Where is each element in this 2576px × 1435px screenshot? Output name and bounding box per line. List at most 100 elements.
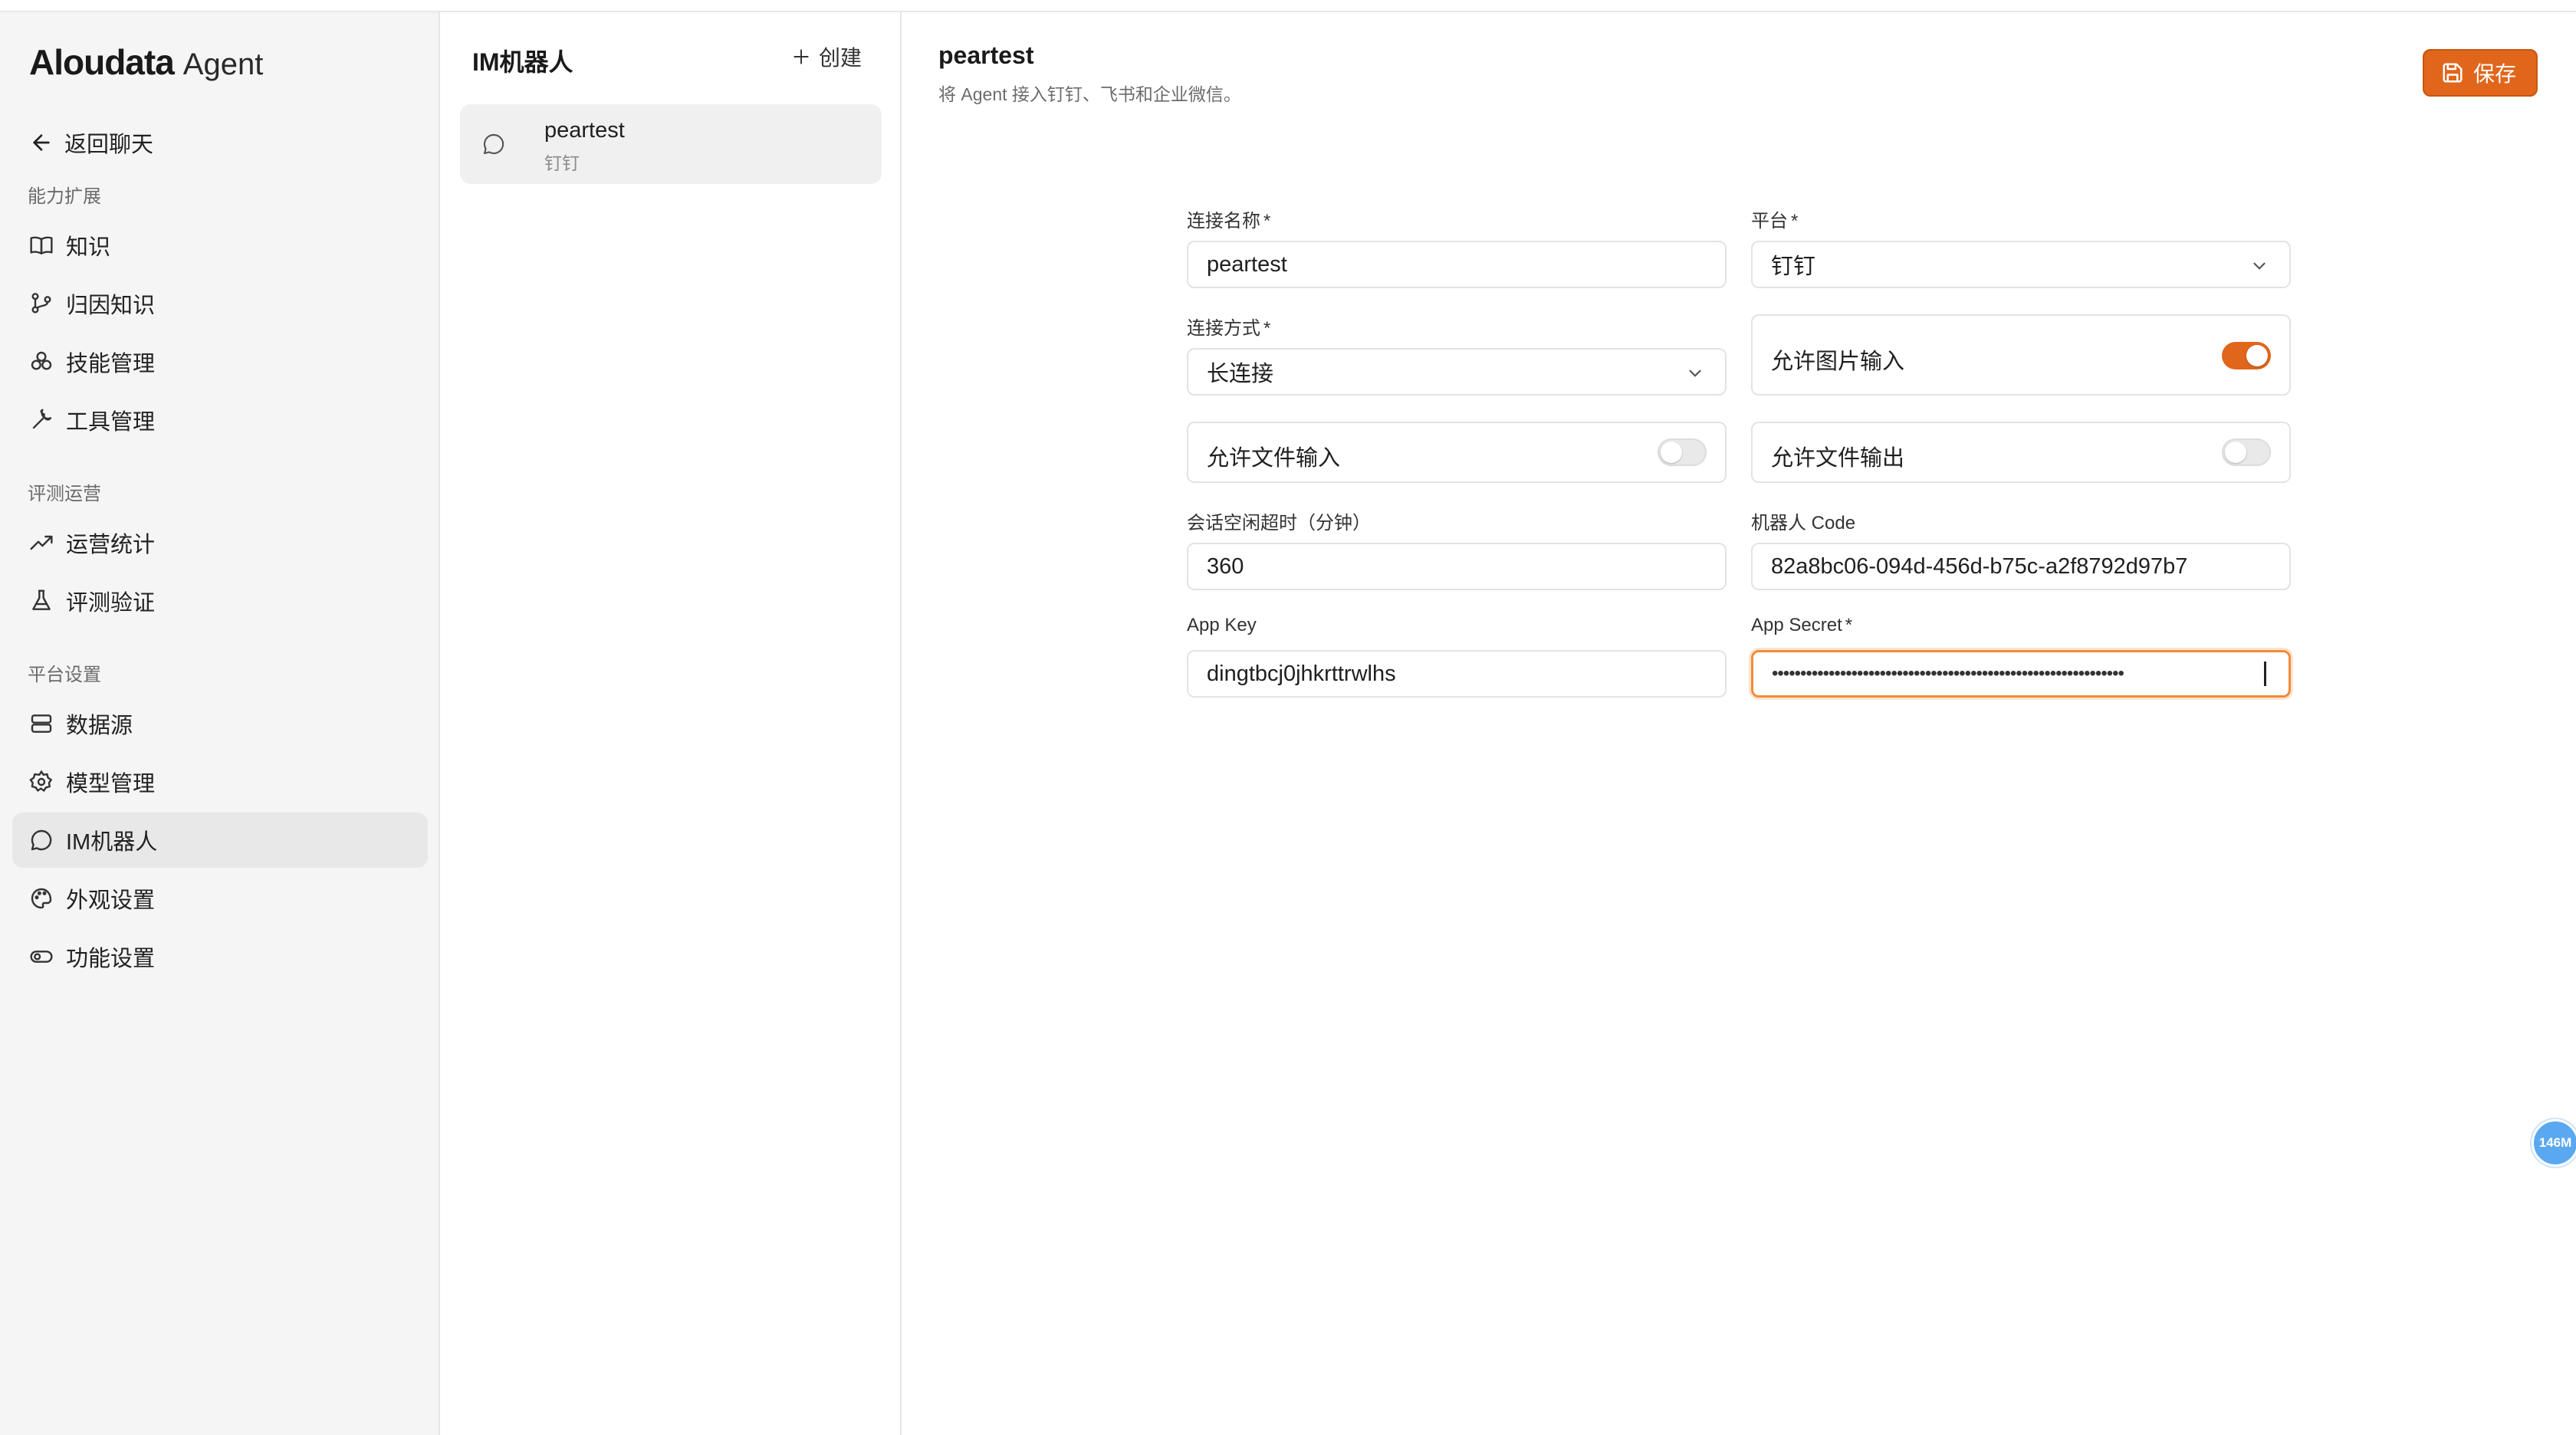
sidebar-item-knowledge[interactable]: 知识	[12, 218, 428, 273]
sidebar-item-models[interactable]: 模型管理	[12, 754, 428, 809]
palette-icon	[31, 888, 52, 909]
toggle-knob	[2246, 345, 2268, 366]
app-logo: Aloudata Agent	[29, 41, 263, 83]
sidebar-item-evaluation[interactable]: 评测验证	[12, 573, 428, 629]
text-caret	[2264, 662, 2266, 686]
robot-code-label: 机器人 Code	[1751, 513, 1856, 534]
allow-file-input-toggle[interactable]	[1658, 438, 1707, 466]
app-key-label: App Key	[1187, 615, 1257, 635]
allow-file-output-toggle[interactable]	[2222, 438, 2271, 466]
connection-mode-select[interactable]: 长连接	[1187, 348, 1727, 396]
trending-up-icon	[30, 535, 53, 550]
bot-list-panel: IM机器人 创建 peartest 钉钉	[440, 12, 902, 1435]
wrench-icon	[32, 409, 52, 429]
sidebar-item-datasource[interactable]: 数据源	[12, 696, 428, 751]
flask-icon	[32, 589, 51, 610]
sidebar-item-label: 评测验证	[66, 591, 156, 616]
sidebar-item-im-bot[interactable]: IM机器人	[12, 813, 428, 868]
toggle-icon	[30, 951, 53, 963]
allow-file-input-label: 允许文件输入	[1207, 446, 1341, 471]
bot-platform: 钉钉	[544, 153, 580, 173]
robot-code-value: 82a8bc06-094d-456d-b75c-a2f8792d97b7	[1771, 553, 2188, 579]
session-timeout-input[interactable]: 360	[1187, 543, 1727, 590]
platform-value: 钉钉	[1771, 254, 1816, 279]
plus-icon	[794, 49, 809, 64]
bot-list-title: IM机器人	[472, 48, 573, 76]
robot-code-input[interactable]: 82a8bc06-094d-456d-b75c-a2f8792d97b7	[1751, 543, 2291, 590]
bot-detail: peartest 将 Agent 接入钉钉、飞书和企业微信。 保存 连接名称 * …	[902, 12, 2576, 1435]
sidebar-item-label: 功能设置	[66, 947, 156, 971]
skills-icon	[31, 351, 52, 370]
back-label: 返回聊天	[64, 133, 154, 157]
allow-file-output-label: 允许文件输出	[1771, 446, 1905, 471]
book-icon	[30, 236, 53, 254]
sidebar-item-label: 外观设置	[66, 888, 156, 913]
section-title-evaluation: 评测运营	[28, 484, 101, 504]
required-mark: *	[1263, 211, 1271, 232]
git-branch-icon	[31, 293, 51, 314]
logo-brand: Aloudata	[29, 42, 175, 82]
top-border	[0, 0, 2576, 12]
connection-mode-value: 长连接	[1207, 362, 1274, 386]
bot-list-item[interactable]: peartest 钉钉	[460, 104, 882, 184]
sidebar-item-attribution-knowledge[interactable]: 归因知识	[12, 276, 428, 331]
page-title: peartest	[938, 41, 1034, 69]
logo-sub: Agent	[182, 48, 264, 81]
back-to-chat-button[interactable]: 返回聊天	[29, 112, 153, 173]
timeout-label: 会话空闲超时（分钟）	[1187, 513, 1371, 534]
allow-file-input-card: 允许文件输入	[1187, 422, 1727, 483]
mode-label: 连接方式 *	[1187, 318, 1271, 339]
sidebar-item-label: 模型管理	[66, 772, 156, 796]
sidebar-item-appearance[interactable]: 外观设置	[12, 871, 428, 926]
connection-name-value: peartest	[1207, 251, 1287, 277]
sidebar-item-label: 数据源	[66, 714, 133, 738]
create-label: 创建	[818, 46, 862, 70]
required-mark: *	[1791, 211, 1799, 232]
allow-image-input-toggle[interactable]	[2222, 342, 2271, 369]
toggle-knob	[1661, 442, 1682, 463]
memory-usage-badge[interactable]: 146M	[2532, 1119, 2576, 1167]
sidebar-item-label: 技能管理	[66, 352, 156, 376]
sidebar-item-stats[interactable]: 运营统计	[12, 515, 428, 570]
gear-icon	[29, 770, 53, 792]
page-description: 将 Agent 接入钉钉、飞书和企业微信。	[938, 84, 1241, 104]
sidebar-item-label: IM机器人	[66, 830, 158, 855]
allow-image-input-card: 允许图片输入	[1751, 314, 2291, 396]
app-secret-label: App Secret *	[1751, 615, 1853, 635]
platform-select[interactable]: 钉钉	[1751, 241, 2291, 288]
sidebar-item-label: 运营统计	[66, 533, 156, 557]
connection-name-input[interactable]: peartest	[1187, 241, 1727, 288]
create-bot-button[interactable]: 创建	[791, 41, 862, 72]
sidebar-item-label: 归因知识	[66, 294, 156, 318]
platform-label: 平台 *	[1751, 211, 1799, 232]
arrow-left-icon	[33, 134, 50, 151]
app-key-value: dingtbcj0jhkrttrwlhs	[1207, 661, 1396, 686]
save-label: 保存	[2472, 62, 2516, 86]
app-secret-masked-value: ••••••••••••••••••••••••••••••••••••••••…	[1772, 663, 2124, 684]
section-title-platform: 平台设置	[28, 665, 101, 685]
save-icon	[2443, 63, 2463, 83]
sidebar-item-label: 知识	[66, 235, 111, 260]
session-timeout-value: 360	[1207, 553, 1244, 579]
sidebar-item-features[interactable]: 功能设置	[12, 929, 428, 984]
chat-icon	[483, 133, 504, 155]
app-key-input[interactable]: dingtbcj0jhkrttrwlhs	[1187, 650, 1727, 698]
app-secret-input[interactable]: ••••••••••••••••••••••••••••••••••••••••…	[1751, 650, 2291, 698]
toggle-knob	[2225, 442, 2246, 463]
allow-image-input-label: 允许图片输入	[1771, 350, 1905, 374]
allow-file-output-card: 允许文件输出	[1751, 422, 2291, 483]
name-label: 连接名称 *	[1187, 211, 1271, 232]
sidebar: Aloudata Agent 返回聊天 能力扩展 知识 归因知识 技能管理 工具…	[0, 12, 440, 1435]
bot-name: peartest	[544, 118, 625, 143]
sidebar-item-label: 工具管理	[66, 410, 156, 435]
sidebar-item-skills[interactable]: 技能管理	[12, 334, 428, 389]
required-mark: *	[1845, 615, 1853, 635]
save-button[interactable]: 保存	[2422, 49, 2538, 97]
chevron-down-icon	[1689, 369, 1701, 377]
chat-icon	[31, 829, 52, 851]
database-icon	[31, 714, 52, 733]
section-title-capability: 能力扩展	[28, 186, 101, 207]
chevron-down-icon	[2253, 262, 2266, 270]
required-mark: *	[1263, 318, 1271, 339]
sidebar-item-tools[interactable]: 工具管理	[12, 392, 428, 448]
